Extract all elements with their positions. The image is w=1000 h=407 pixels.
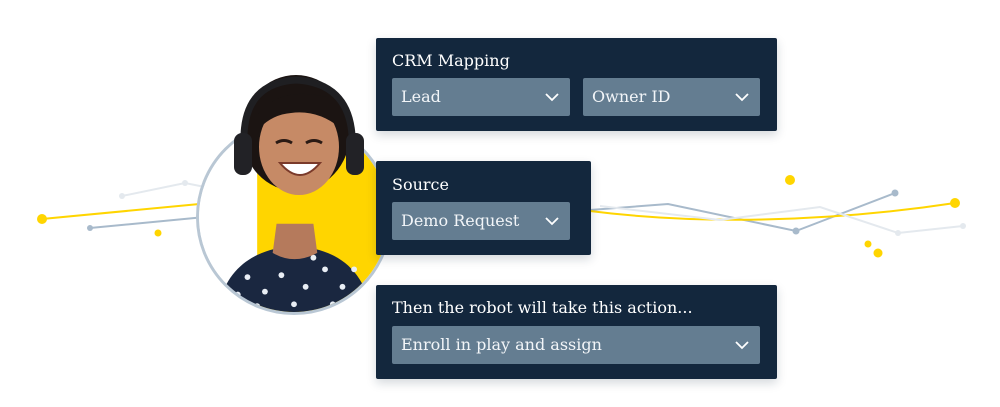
- dot: [792, 227, 800, 235]
- robot-action-panel: Then the robot will take this action... …: [376, 285, 777, 379]
- crm-mapping-panel: CRM Mapping Lead Owner ID: [376, 38, 777, 131]
- chevron-down-icon: [545, 217, 559, 226]
- dot: [891, 189, 899, 197]
- left-yellow-line: [41, 202, 211, 220]
- action-dropdown-value: Enroll in play and assign: [401, 335, 602, 354]
- lead-dropdown-value: Lead: [401, 87, 441, 106]
- dot: [960, 223, 966, 229]
- source-title: Source: [392, 175, 449, 194]
- right-blue-line: [589, 192, 896, 233]
- chevron-down-icon: [735, 93, 749, 102]
- chevron-down-icon: [735, 341, 749, 350]
- dot: [895, 230, 901, 236]
- demo-request-dropdown[interactable]: Demo Request: [392, 202, 570, 240]
- crm-mapping-title: CRM Mapping: [392, 51, 510, 70]
- dot: [785, 175, 795, 185]
- person-head: [234, 75, 364, 195]
- dot: [864, 240, 872, 248]
- robot-action-title: Then the robot will take this action...: [392, 298, 693, 317]
- dot: [87, 225, 93, 231]
- owner-id-dropdown[interactable]: Owner ID: [583, 78, 760, 116]
- dot: [154, 229, 162, 237]
- action-dropdown[interactable]: Enroll in play and assign: [392, 326, 760, 364]
- chevron-down-icon: [545, 93, 559, 102]
- owner-id-dropdown-value: Owner ID: [592, 87, 671, 106]
- source-panel: Source Demo Request: [376, 161, 591, 255]
- dot: [182, 180, 188, 186]
- dot: [119, 193, 125, 199]
- dot: [950, 198, 960, 208]
- demo-request-dropdown-value: Demo Request: [401, 211, 520, 230]
- dot: [37, 214, 47, 224]
- left-blue-line: [89, 216, 206, 229]
- dot: [873, 248, 883, 258]
- lead-dropdown[interactable]: Lead: [392, 78, 570, 116]
